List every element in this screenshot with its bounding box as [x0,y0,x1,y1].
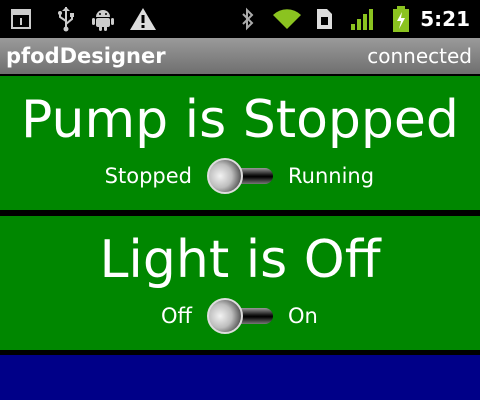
connection-status: connected [367,44,472,68]
pump-switch-on-label: Running [288,164,375,188]
pump-switch-off-label: Stopped [104,164,192,188]
light-switch-off-label: Off [161,304,192,328]
light-toggle-switch[interactable] [207,298,275,334]
app-bar: pfodDesigner connected [0,38,480,74]
clock-time: 5:21 [420,7,470,31]
usb-icon [56,0,76,38]
blue-panel[interactable] [0,355,480,400]
pump-status-title: Pump is Stopped [21,90,459,150]
warning-icon [129,0,157,38]
light-panel: Light is Off Off On [0,216,480,350]
bluetooth-icon [240,0,256,38]
status-bar: 5:21 [0,0,480,38]
wifi-icon [272,0,302,38]
battery-charging-icon [392,0,410,38]
notification-calendar-icon [10,0,32,38]
light-status-title: Light is Off [99,230,381,290]
app-title: pfodDesigner [6,44,166,68]
light-switch-row: Off On [0,298,480,334]
pump-panel: Pump is Stopped Stopped Running [0,76,480,210]
pump-toggle-knob[interactable] [207,158,243,194]
pump-switch-row: Stopped Running [0,158,480,194]
light-switch-on-label: On [288,304,318,328]
signal-icon [350,0,378,38]
light-toggle-knob[interactable] [207,298,243,334]
android-debug-icon [92,0,114,38]
pump-toggle-switch[interactable] [207,158,275,194]
sim-icon [314,0,334,38]
